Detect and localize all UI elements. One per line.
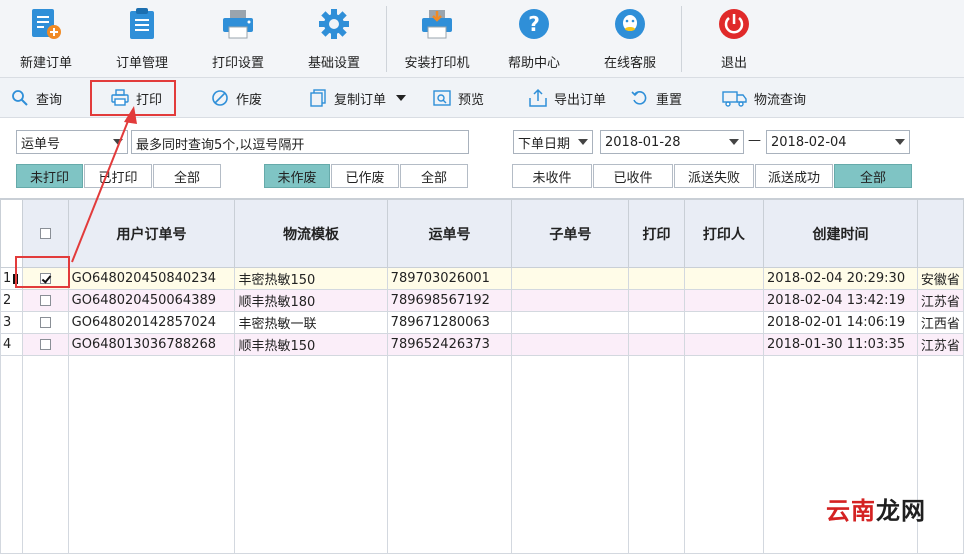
watermark-logo: 云南龙网 (826, 497, 926, 525)
annotation-arrow (71, 106, 137, 263)
